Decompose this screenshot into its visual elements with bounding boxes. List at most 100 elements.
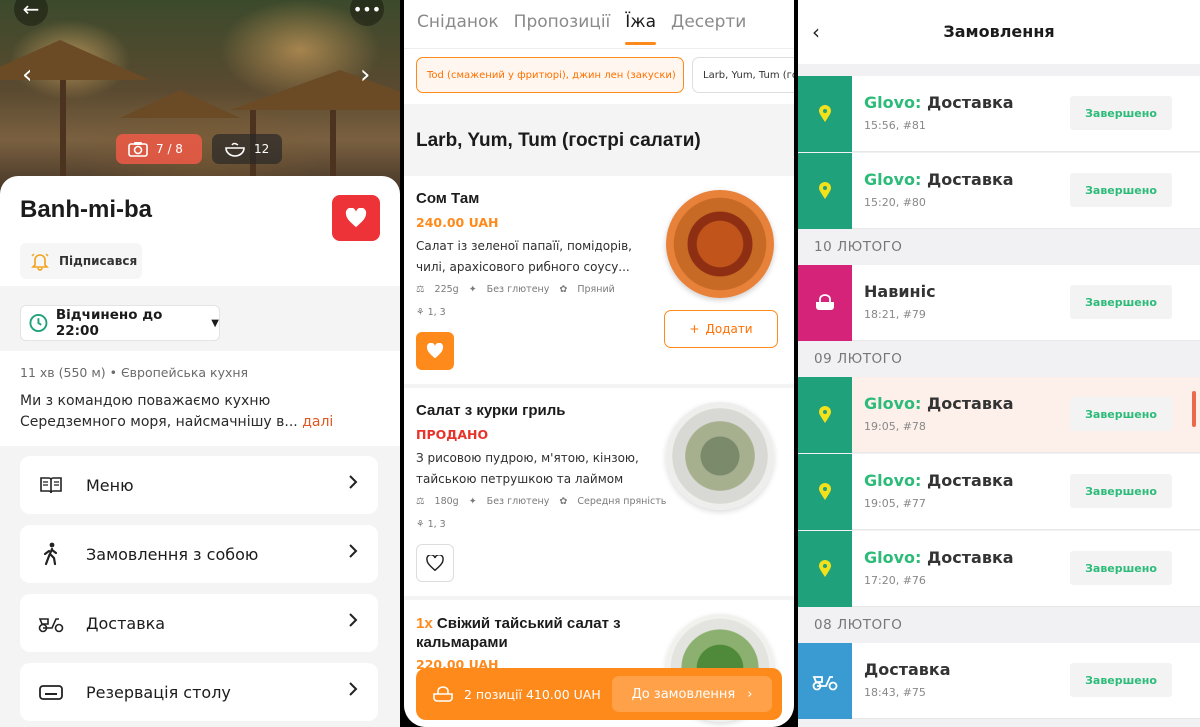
dish-description: Салат із зеленої папаїї, помідорів, чилі… xyxy=(416,239,632,274)
orders-panel: ‹ Замовлення Glovo: Доставка 15:56, #81 … xyxy=(798,0,1200,727)
dish-allergens-text: 1, 3 xyxy=(427,519,446,530)
post-decor xyxy=(60,80,66,180)
order-type: Доставка xyxy=(927,93,1014,112)
bell-icon xyxy=(31,253,49,271)
description-text: Ми з командою поважаємо кухню Середземно… xyxy=(20,393,298,430)
order-type: Доставка xyxy=(927,471,1014,490)
subscribe-button[interactable]: Підписався xyxy=(20,243,142,279)
chevron-right-icon xyxy=(348,681,358,701)
menu-row-delivery[interactable]: Доставка xyxy=(20,594,378,652)
gluten-free-icon: ✦ xyxy=(468,496,477,507)
dish-card[interactable]: Сом Там 240.00 UAH Салат із зеленої папа… xyxy=(404,176,794,384)
order-status: Завершено xyxy=(1070,397,1172,431)
restaurant-photo[interactable] xyxy=(0,0,400,200)
orders-header: ‹ Замовлення xyxy=(798,0,1200,64)
dish-allergens-text: 1, 3 xyxy=(427,307,446,318)
order-name: Навиніс xyxy=(864,282,936,301)
order-type-badge xyxy=(798,531,852,607)
order-row[interactable]: Доставка 18:43, #75 Завершено xyxy=(798,643,1200,719)
order-time: 17:20, #76 xyxy=(864,574,926,587)
dish-weight: 225g xyxy=(434,284,459,295)
order-status: Завершено xyxy=(1070,96,1172,130)
order-status: Завершено xyxy=(1070,551,1172,585)
location-pin-icon xyxy=(819,560,831,577)
plus-icon: + xyxy=(689,322,700,336)
tab-breakfast[interactable]: Сніданок xyxy=(417,0,499,48)
hours-text: Відчинено до 22:00 xyxy=(55,307,163,339)
menu-row-menu[interactable]: Меню xyxy=(20,456,378,514)
more-link[interactable]: далі xyxy=(302,414,333,430)
order-status: Завершено xyxy=(1070,285,1172,319)
dish-favorite-button[interactable] xyxy=(416,332,454,370)
location-pin-icon xyxy=(819,483,831,500)
photo-counter[interactable]: 7 / 8 xyxy=(116,134,202,164)
dish-name: Сом Там xyxy=(416,190,480,207)
tab-offers[interactable]: Пропозиції xyxy=(514,0,611,48)
chevron-right-icon: › xyxy=(747,686,753,702)
order-name: Glovo: Доставка xyxy=(864,471,1014,490)
dish-photo[interactable] xyxy=(666,402,774,510)
order-row[interactable]: Glovo: Доставка 19:05, #77 Завершено xyxy=(798,454,1200,530)
order-time: 18:21, #79 xyxy=(864,308,926,321)
dishes-counter[interactable]: 12 xyxy=(212,134,282,164)
section-title: Larb, Yum, Tum (гострі салати) xyxy=(416,130,701,151)
filter-chip-fried[interactable]: Tod (смажений у фритюрі), джин лен (заку… xyxy=(416,57,684,93)
dish-gluten: Без глютену xyxy=(486,496,550,507)
heart-outline-icon xyxy=(426,555,444,571)
cart-icon xyxy=(433,686,453,702)
restaurant-panel: ← ••• ‹ › 7 / 8 12 Banh-mi-ba Підписався… xyxy=(0,0,400,727)
order-type: Доставка xyxy=(927,394,1014,413)
dish-weight: 180g xyxy=(434,496,459,507)
menu-row-reservation[interactable]: Резервація столу xyxy=(20,663,378,721)
favorite-button[interactable] xyxy=(332,195,380,241)
order-row[interactable]: Glovo: Доставка 17:20, #76 Завершено xyxy=(798,531,1200,607)
order-type-badge xyxy=(798,643,852,719)
order-name: Glovo: Доставка xyxy=(864,170,1014,189)
location-pin-icon xyxy=(819,182,831,199)
dish-photo[interactable] xyxy=(666,190,774,298)
weight-icon: ⚖ xyxy=(416,496,425,507)
dish-card[interactable]: Салат з курки гриль ПРОДАНО З рисовою пу… xyxy=(404,388,794,596)
order-name: Доставка xyxy=(864,660,951,679)
subcategory-filters: Tod (смажений у фритюрі), джин лен (заку… xyxy=(404,48,794,104)
tab-desserts[interactable]: Десерти xyxy=(671,0,746,48)
page-title: Замовлення xyxy=(943,22,1055,41)
arrow-left-icon: ← xyxy=(22,0,40,21)
cart-summary: 2 позиції 410.00 UAH xyxy=(464,686,601,702)
photo-prev-button[interactable]: ‹ xyxy=(22,60,32,90)
chevron-right-icon xyxy=(348,612,358,632)
restaurant-description: Ми з командою поважаємо кухню Середземно… xyxy=(20,391,380,433)
photo-next-button[interactable]: › xyxy=(360,60,370,90)
order-type-badge xyxy=(798,76,852,152)
camera-icon xyxy=(128,142,148,157)
scooter-icon xyxy=(812,676,838,691)
add-to-cart-button[interactable]: + Додати xyxy=(664,310,778,348)
dish-sold-out: ПРОДАНО xyxy=(416,427,489,442)
scooter-icon xyxy=(34,613,68,633)
order-brand: Glovo: xyxy=(864,471,922,490)
checkout-button[interactable]: До замовлення › xyxy=(612,676,772,712)
date-separator: 08 ЛЮТОГО xyxy=(798,607,1200,643)
menu-row-takeaway[interactable]: Замовлення з собою xyxy=(20,525,378,583)
heart-icon xyxy=(345,208,367,228)
scroll-indicator[interactable] xyxy=(1192,391,1196,427)
tab-food[interactable]: Їжа xyxy=(625,0,656,48)
order-type: Доставка xyxy=(864,660,951,679)
filter-chip-salads[interactable]: Larb, Yum, Tum (го xyxy=(692,57,794,93)
cart-bar[interactable]: 2 позиції 410.00 UAH До замовлення › xyxy=(416,668,782,720)
photo-counter-text: 7 / 8 xyxy=(156,142,183,156)
dish-favorite-button[interactable] xyxy=(416,544,454,582)
heart-icon xyxy=(426,343,444,359)
menu-row-label: Замовлення з собою xyxy=(86,544,259,564)
order-row-highlighted[interactable]: Glovo: Доставка 19:05, #78 Завершено xyxy=(798,377,1200,453)
caret-down-icon: ▼ xyxy=(211,317,219,329)
chili-icon: ✿ xyxy=(559,496,568,507)
dish-spice: Пряний xyxy=(577,284,615,295)
order-row[interactable]: Glovo: Доставка 15:56, #81 Завершено xyxy=(798,76,1200,152)
hours-dropdown[interactable]: Відчинено до 22:00 ▼ xyxy=(20,305,220,341)
order-row[interactable]: Навиніс 18:21, #79 Завершено xyxy=(798,265,1200,341)
restaurant-meta: 11 хв (550 м) • Європейська кухня xyxy=(20,365,249,380)
order-row[interactable]: Glovo: Доставка 15:20, #80 Завершено xyxy=(798,153,1200,229)
order-status: Завершено xyxy=(1070,173,1172,207)
order-name: Glovo: Доставка xyxy=(864,93,1014,112)
